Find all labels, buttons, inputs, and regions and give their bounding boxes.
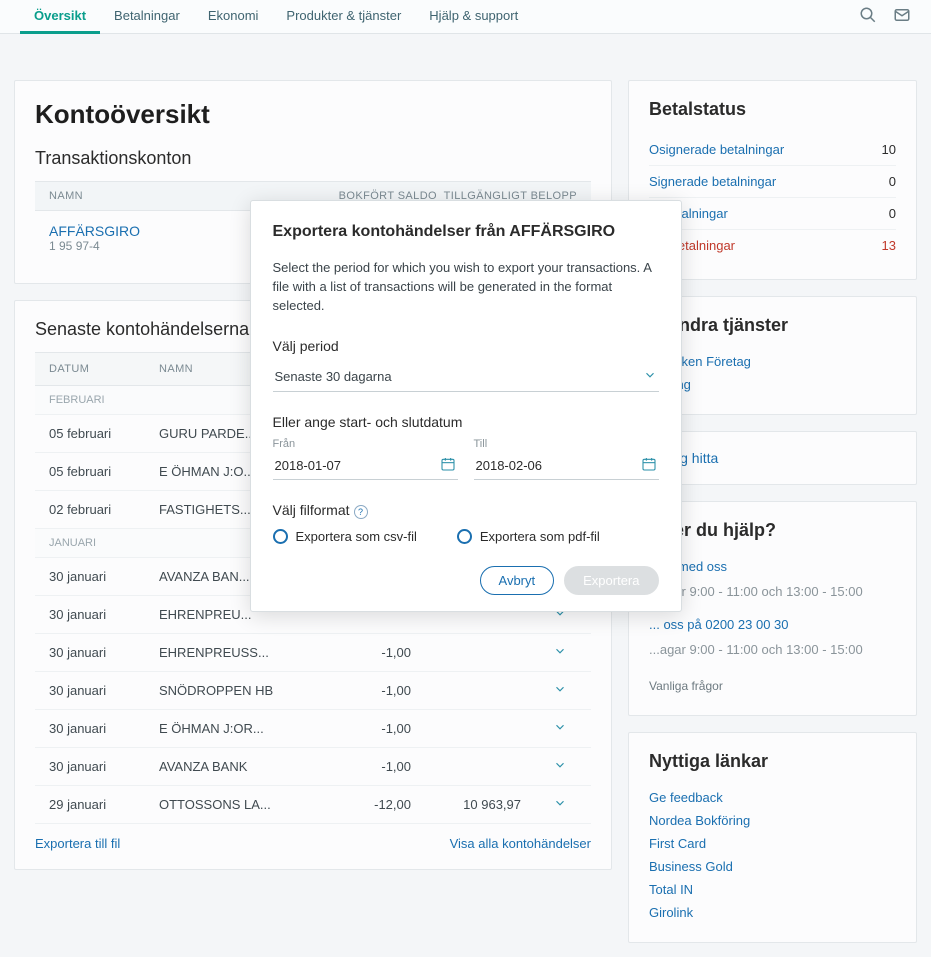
export-to-file-link[interactable]: Exportera till fil <box>35 836 120 851</box>
nav-tab-ekonomi[interactable]: Ekonomi <box>194 0 273 34</box>
calendar-icon[interactable] <box>641 456 657 475</box>
useful-link[interactable]: Business Gold <box>649 855 896 878</box>
chevron-down-icon <box>643 368 657 385</box>
useful-links-card: Nyttiga länkar Ge feedbackNordea Bokföri… <box>628 732 917 943</box>
useful-link[interactable]: Nordea Bokföring <box>649 809 896 832</box>
modal-desc: Select the period for which you wish to … <box>273 259 659 316</box>
top-nav: ÖversiktBetalningarEkonomiProdukter & tj… <box>0 0 931 34</box>
info-icon[interactable]: ? <box>354 505 368 519</box>
tx-row[interactable]: 30 januariAVANZA BANK-1,00 <box>35 748 591 786</box>
to-date-input[interactable]: 2018-02-06 <box>474 452 659 480</box>
chevron-down-icon[interactable] <box>553 682 567 699</box>
radio-pdf[interactable]: Exportera som pdf-fil <box>457 529 600 544</box>
chevron-down-icon[interactable] <box>553 720 567 737</box>
service-link[interactable]: ...sning <box>649 373 896 396</box>
nav-tab-produkter-tj-nster[interactable]: Produkter & tjänster <box>272 0 415 34</box>
modal-title: Exportera kontohändelser från AFFÄRSGIRO <box>273 223 659 241</box>
status-row[interactable]: Signerade betalningar0 <box>649 165 896 197</box>
period-label: Välj period <box>273 338 659 354</box>
format-label: Välj filformat? <box>273 502 659 519</box>
useful-link[interactable]: Girolink <box>649 901 896 924</box>
call-link[interactable]: ... oss på 0200 23 00 30 <box>649 613 896 636</box>
tx-row[interactable]: 30 januariSNÖDROPPEN HB-1,00 <box>35 672 591 710</box>
search-icon[interactable] <box>859 6 877 27</box>
status-title: Betalstatus <box>649 99 896 120</box>
tx-row[interactable]: 29 januariOTTOSSONS LA...-12,0010 963,97 <box>35 786 591 824</box>
useful-link[interactable]: Ge feedback <box>649 786 896 809</box>
period-select[interactable]: Senaste 30 dagarna <box>273 362 659 392</box>
faq-link[interactable]: Vanliga frågor <box>649 675 896 697</box>
chat-link[interactable]: ...tta med oss <box>649 555 896 578</box>
from-date-input[interactable]: 2018-01-07 <box>273 452 458 480</box>
range-label: Eller ange start- och slutdatum <box>273 414 659 430</box>
radio-csv[interactable]: Exportera som csv-fil <box>273 529 417 544</box>
nav-tab-betalningar[interactable]: Betalningar <box>100 0 194 34</box>
chevron-down-icon[interactable] <box>553 644 567 661</box>
cancel-button[interactable]: Avbryt <box>480 566 555 595</box>
useful-link[interactable]: Total IN <box>649 878 896 901</box>
mail-icon[interactable] <box>893 6 911 27</box>
accounts-subtitle: Transaktionskonton <box>35 148 591 169</box>
page-title: Kontoöversikt <box>35 99 591 130</box>
chevron-down-icon[interactable] <box>553 758 567 775</box>
useful-link[interactable]: First Card <box>649 832 896 855</box>
nav-tab-hj-lp-support[interactable]: Hjälp & support <box>415 0 532 34</box>
nav-tab--versikt[interactable]: Översikt <box>20 0 100 34</box>
status-row[interactable]: ...e betalningar13 <box>649 229 896 261</box>
tx-row[interactable]: 30 januariEHRENPREUSS...-1,00 <box>35 634 591 672</box>
tx-row[interactable]: 30 januariE ÖHMAN J:OR...-1,00 <box>35 710 591 748</box>
chevron-down-icon[interactable] <box>553 796 567 813</box>
status-row[interactable]: ... betalningar0 <box>649 197 896 229</box>
export-modal: Exportera kontohändelser från AFFÄRSGIRO… <box>250 200 682 612</box>
service-link[interactable]: ...banken Företag <box>649 350 896 373</box>
view-all-tx-link[interactable]: Visa alla kontohändelser <box>450 836 591 851</box>
status-row[interactable]: Osignerade betalningar10 <box>649 134 896 165</box>
calendar-icon[interactable] <box>440 456 456 475</box>
export-button[interactable]: Exportera <box>564 566 658 595</box>
